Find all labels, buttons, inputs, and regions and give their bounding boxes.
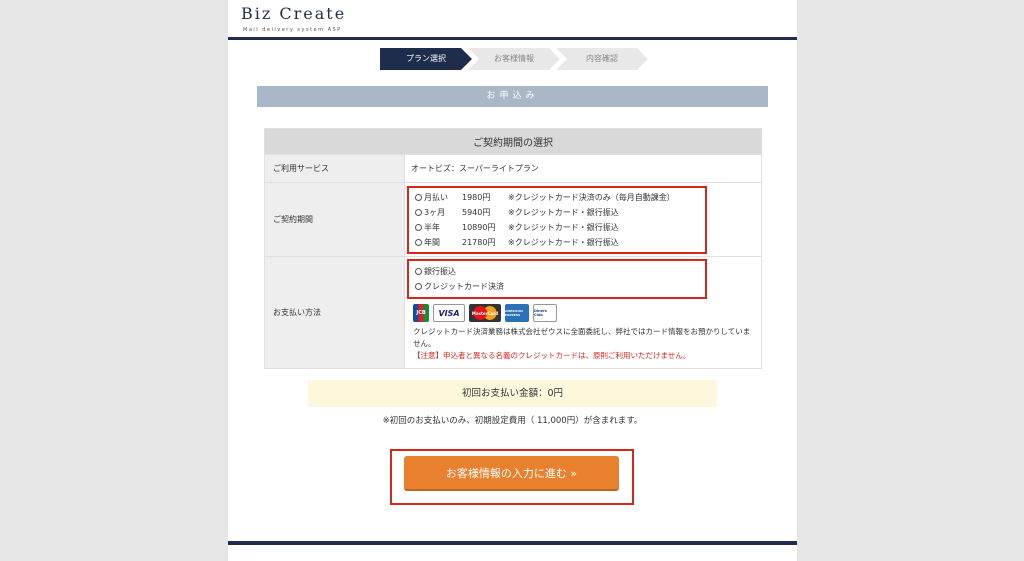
payment-label: お支払い方法 bbox=[264, 256, 405, 369]
jcb-logo-icon: JCB bbox=[413, 304, 429, 322]
logo-title[interactable]: Biz Create bbox=[241, 4, 346, 23]
payment-option-credit[interactable]: クレジットカード決済 bbox=[415, 279, 699, 294]
period-options-group: 月払い 1980円 ※クレジットカード決済のみ（毎月自動課金） 3ヶ月 5940… bbox=[407, 185, 707, 254]
period-option-monthly[interactable]: 月払い 1980円 ※クレジットカード決済のみ（毎月自動課金） bbox=[415, 190, 699, 205]
application-banner: お申込み bbox=[257, 86, 768, 107]
card-brand-logos: JCB VISA MasterCard AMERICAN EXPRESS Din… bbox=[413, 303, 759, 323]
progress-steps: プラン選択 お客様情報 内容確認 bbox=[380, 48, 650, 70]
step-customer-info: お客様情報 bbox=[468, 48, 560, 70]
payment-warning: 【注意】申込者と異なる名義のクレジットカードは、原則ご利用いただけません。 bbox=[413, 351, 691, 360]
diners-logo-icon: Diners Club bbox=[533, 304, 557, 322]
radio-icon[interactable] bbox=[415, 283, 422, 290]
radio-icon[interactable] bbox=[415, 268, 422, 275]
visa-logo-icon: VISA bbox=[433, 304, 465, 322]
period-option-halfyear[interactable]: 半年 10890円 ※クレジットカード・銀行振込 bbox=[415, 220, 699, 235]
step-confirm: 内容確認 bbox=[556, 48, 648, 70]
radio-icon[interactable] bbox=[415, 193, 422, 201]
period-option-3months[interactable]: 3ヶ月 5940円 ※クレジットカード・銀行振込 bbox=[415, 205, 699, 220]
step-plan-select: プラン選択 bbox=[380, 48, 472, 70]
payment-option-bank[interactable]: 銀行振込 bbox=[415, 264, 699, 279]
mastercard-logo-icon: MasterCard bbox=[469, 304, 501, 322]
page-container: Biz Create Mail delivery system ASP プラン選… bbox=[228, 0, 797, 561]
radio-icon[interactable] bbox=[415, 223, 422, 231]
proceed-to-customer-info-button[interactable]: お客様情報の入力に進む » bbox=[404, 456, 619, 491]
contract-form-table: ご契約期間の選択 ご利用サービス オートビズ：スーパーライトプラン ご契約期間 … bbox=[264, 128, 762, 369]
site-header: Biz Create Mail delivery system ASP bbox=[228, 0, 797, 40]
logo-subtitle: Mail delivery system ASP bbox=[243, 27, 342, 33]
initial-payment-amount: 初回お支払い金額：0円 bbox=[308, 380, 717, 407]
radio-icon[interactable] bbox=[415, 238, 422, 246]
amex-logo-icon: AMERICAN EXPRESS bbox=[505, 304, 529, 322]
payment-options-group: 銀行振込 クレジットカード決済 bbox=[407, 259, 707, 299]
service-value: オートビズ：スーパーライトプラン bbox=[404, 154, 762, 183]
initial-fee-note: ※初回のお支払いのみ、初期設定費用（ 11,000円）が含まれます。 bbox=[382, 416, 643, 426]
period-option-yearly[interactable]: 年間 21780円 ※クレジットカード・銀行振込 bbox=[415, 235, 699, 250]
payment-note: クレジットカード決済業務は株式会社ゼウスに全面委託し、弊社ではカード情報をお預か… bbox=[413, 327, 751, 348]
section-title: ご契約期間の選択 bbox=[264, 128, 762, 155]
service-label: ご利用サービス bbox=[264, 154, 405, 183]
radio-icon[interactable] bbox=[415, 208, 422, 216]
period-label: ご契約期間 bbox=[264, 182, 405, 257]
footer-bar bbox=[228, 541, 797, 545]
